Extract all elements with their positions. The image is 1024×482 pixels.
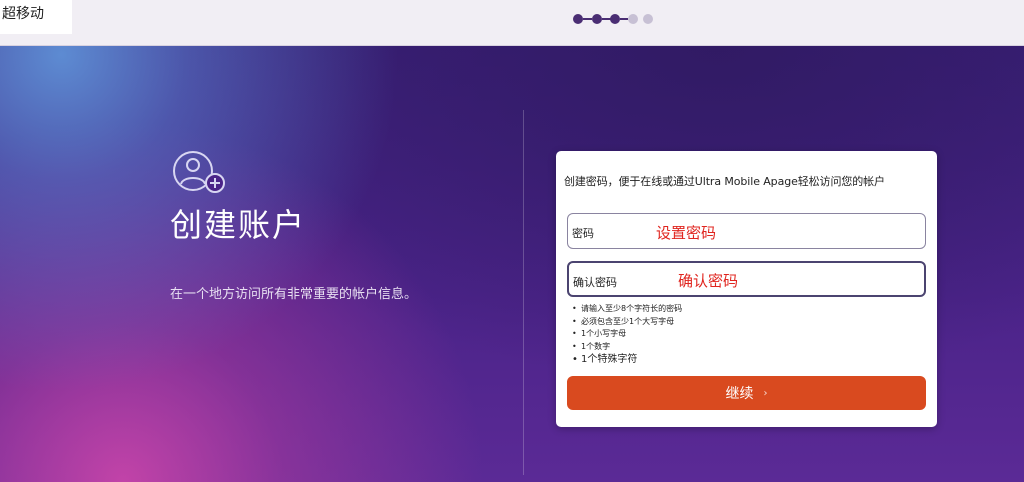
confirm-password-field-value: 确认密码 [678,272,739,290]
progress-stepper [573,13,663,25]
step-1-dot [573,14,583,24]
section-divider [523,110,524,475]
step-connector [620,18,628,20]
password-requirements: • 请输入至少8个字符长的密码 • 必须包含至少1个大写字母 • 1个小写字母 • 1个… [571,303,682,367]
top-bar: 超移动 [0,0,1024,46]
requirement-item: • 1个特殊字符 [572,354,638,365]
card-instructions: 创建密码，便于在线或通过Ultra Mobile Apage轻松访问您的帐户 [564,175,885,188]
page-title: 创建账户 [170,206,307,244]
page-subtitle: 在一个地方访问所有非常重要的帐户信息。 [170,287,418,302]
step-2-dot [592,14,602,24]
requirement-item: • 1个数字 [572,341,611,351]
brand-label: 超移动 [0,0,72,34]
step-3-dot [610,14,620,24]
continue-button[interactable]: 继续 › [567,376,926,410]
requirement-item: • 必须包含至少1个大写字母 [572,316,675,326]
password-field-label: 密码 [572,227,594,240]
requirement-item: • 请输入至少8个字符长的密码 [572,304,683,313]
add-user-icon [173,151,225,193]
password-field-value: 设置密码 [656,224,717,242]
requirement-item: • 1个小写字母 [572,329,627,338]
password-card: 创建密码，便于在线或通过Ultra Mobile Apage轻松访问您的帐户 密… [556,151,937,427]
step-connector [583,18,592,20]
continue-button-label: 继续 [725,386,754,402]
step-5-dot [643,14,653,24]
confirm-password-field[interactable]: 确认密码 确认密码 [567,261,926,297]
confirm-password-field-label: 确认密码 [573,276,617,289]
step-4-dot [628,14,638,24]
password-field[interactable]: 密码 设置密码 [567,213,926,249]
chevron-right-icon: › [763,387,768,399]
